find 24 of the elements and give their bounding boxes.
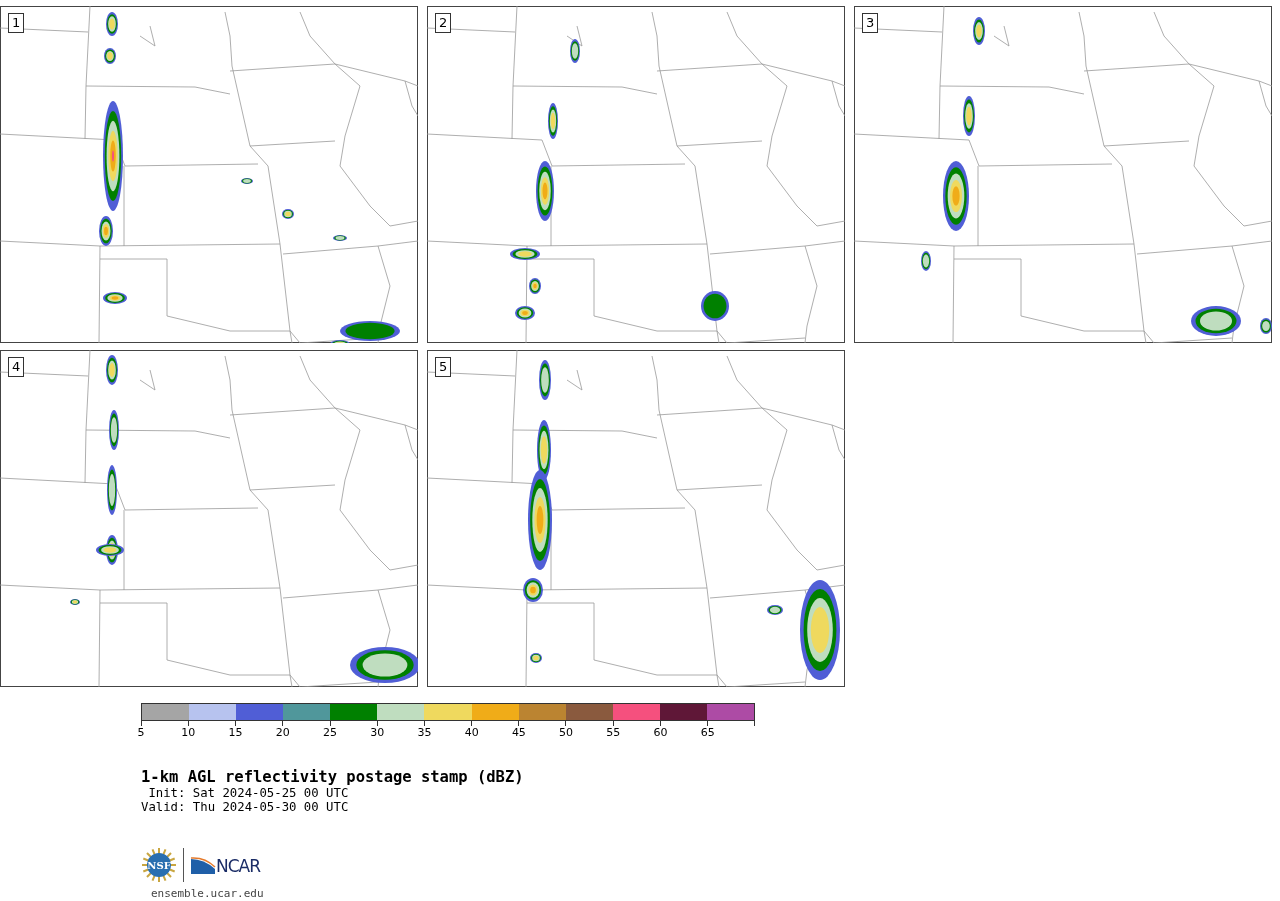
nsf-logo: NSF <box>141 847 177 883</box>
scale-tick-label: 35 <box>417 726 432 739</box>
figure-title: 1-km AGL reflectivity postage stamp (dBZ) <box>141 768 525 786</box>
scale-tick-label: 55 <box>606 726 621 739</box>
scale-tick-label: 10 <box>181 726 196 739</box>
init-time: Init: Sat 2024-05-25 00 UTC <box>147 786 350 800</box>
scale-tick-label: 40 <box>464 726 479 739</box>
scale-tick-label: 20 <box>275 726 290 739</box>
website-url: ensemble.ucar.edu <box>151 887 265 900</box>
scale-tick-label: 15 <box>228 726 243 739</box>
panel-number: 2 <box>435 13 452 33</box>
scale-tick-label: 50 <box>559 726 574 739</box>
panel-number: 1 <box>8 13 25 33</box>
scale-tick-label: 5 <box>137 726 145 739</box>
panel-number: 5 <box>435 357 452 377</box>
scale-tick-label: 60 <box>653 726 668 739</box>
scale-tick-label: 45 <box>511 726 526 739</box>
scale-tick-label: 30 <box>370 726 385 739</box>
panel-number: 4 <box>8 357 25 377</box>
scale-tick-label: 65 <box>700 726 715 739</box>
scale-tick-label: 25 <box>322 726 337 739</box>
panel-number: 3 <box>862 13 879 33</box>
ncar-logo: NCAR <box>190 855 261 875</box>
valid-time: Valid: Thu 2024-05-30 00 UTC <box>141 800 350 814</box>
